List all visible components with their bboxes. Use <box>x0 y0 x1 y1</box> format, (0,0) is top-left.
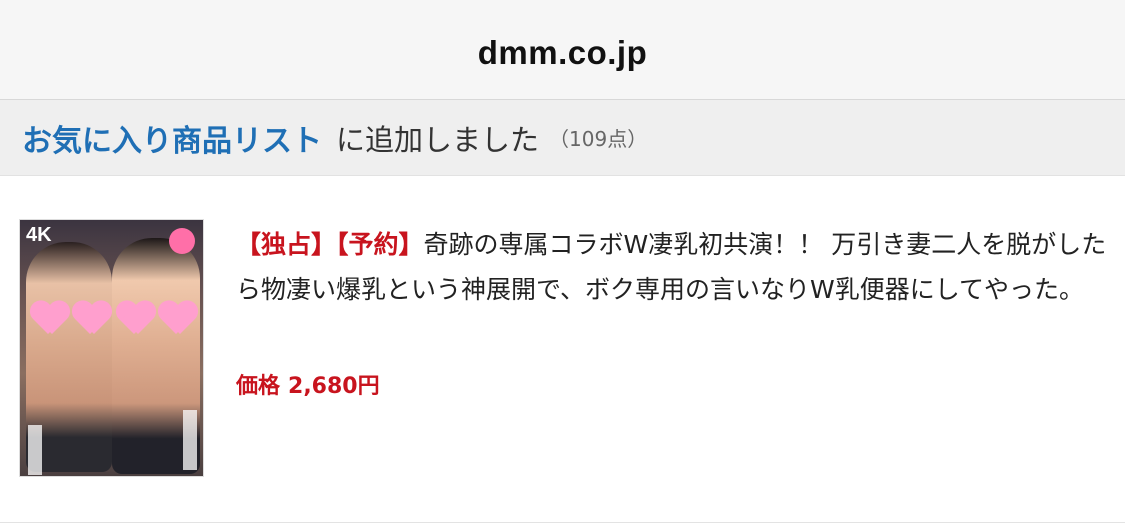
product-title-link[interactable]: 【独占】【予約】奇跡の専属コラボW凄乳初共演！！ 万引き妻二人を脱がしたら物凄い… <box>236 222 1111 312</box>
thumbnail-caption-left <box>28 425 42 475</box>
divider <box>0 522 1125 523</box>
favorites-notice: お気に入り商品リスト に追加しました （109点） <box>0 100 1125 176</box>
notice-message: に追加しました <box>336 122 540 157</box>
heart-icon <box>30 302 70 338</box>
price-value: 2,680円 <box>288 374 380 399</box>
favorites-count: （109点） <box>549 127 648 151</box>
browser-url-bar[interactable]: dmm.co.jp <box>0 0 1125 100</box>
heart-icon <box>116 302 156 338</box>
favorites-list-link[interactable]: お気に入り商品リスト <box>22 116 322 160</box>
product-item: 4K 【独占】【予約】奇跡の専属コラボW凄乳初共演！！ 万引き妻二人を脱がしたら… <box>0 176 1125 525</box>
tag-exclusive: 【独占】 <box>236 230 337 259</box>
url-text: dmm.co.jp <box>477 33 648 71</box>
resolution-badge: 4K <box>26 224 52 246</box>
product-thumbnail[interactable]: 4K <box>19 219 204 477</box>
label-logo-icon <box>169 228 195 254</box>
price-row: 価格 2,680円 <box>236 368 380 400</box>
heart-icon <box>72 302 112 338</box>
tag-preorder: 【予約】 <box>336 230 424 259</box>
thumbnail-caption-right <box>183 410 197 470</box>
heart-icon <box>158 302 198 338</box>
price-label: 価格 <box>236 374 281 399</box>
